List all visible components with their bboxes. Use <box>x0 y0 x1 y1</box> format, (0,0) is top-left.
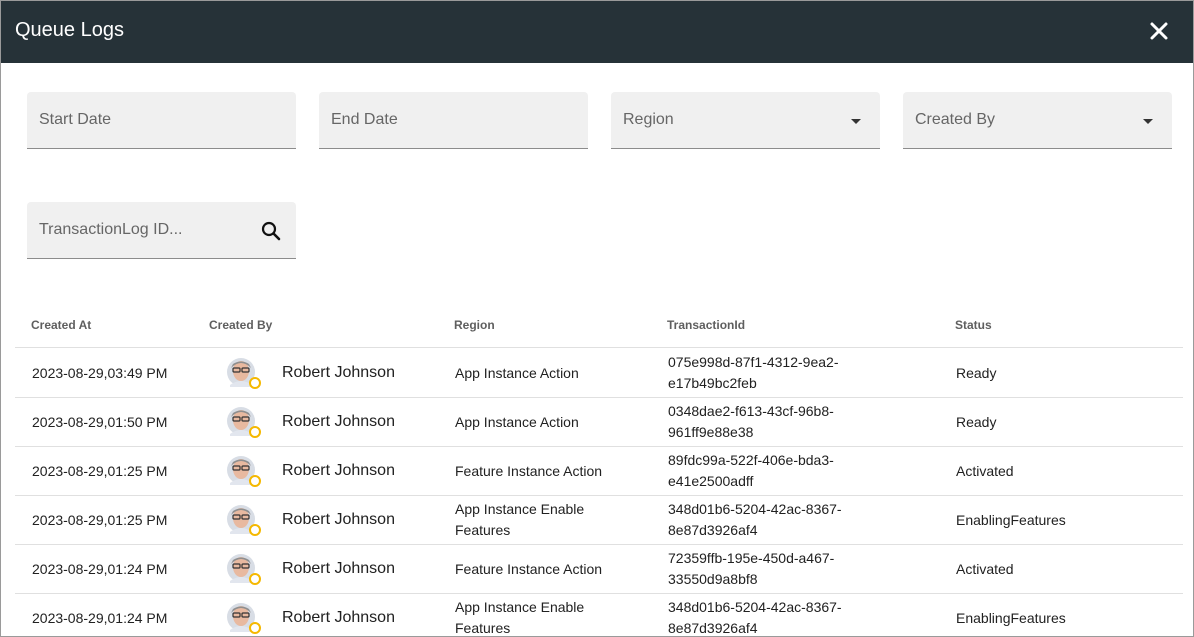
user-avatar <box>227 554 261 585</box>
avatar <box>227 406 261 440</box>
avatar <box>227 553 261 587</box>
end-date-field[interactable]: End Date <box>319 92 588 149</box>
search-button[interactable] <box>260 220 282 242</box>
caret-down-icon <box>851 119 861 124</box>
created-at-cell: 2023-08-29,01:50 PM <box>32 414 168 430</box>
transaction-id-cell: 348d01b6-5204-42ac-8367-8e87d3926af4 <box>668 501 842 538</box>
avatar <box>227 357 261 391</box>
transaction-search-input[interactable]: TransactionLog ID... <box>27 202 296 259</box>
avatar <box>227 602 261 636</box>
region-select[interactable]: Region <box>611 92 880 149</box>
column-transaction-id[interactable]: TransactionId <box>667 318 745 332</box>
table-row[interactable]: 2023-08-29,01:25 PM Robert Johnson Feature… <box>15 447 1183 496</box>
dialog-title: Queue Logs <box>15 19 124 41</box>
column-created-by[interactable]: Created By <box>209 318 272 332</box>
user-avatar <box>227 407 261 438</box>
created-by-cell: Robert Johnson <box>282 462 395 479</box>
table-row[interactable]: 2023-08-29,03:49 PM Robert Johnson App Ins… <box>15 349 1183 398</box>
transaction-id-cell: 89fdc99a-522f-406e-bda3-e41e2500adff <box>668 452 834 489</box>
queue-logs-dialog: Queue Logs Start Date End Date Region Cr… <box>0 0 1194 637</box>
user-avatar <box>227 603 261 634</box>
region-label: Region <box>623 111 674 128</box>
table-row[interactable]: 2023-08-29,01:25 PM Robert Johnson App Ins… <box>15 496 1183 545</box>
status-dot-icon <box>249 524 261 536</box>
table-row[interactable]: 2023-08-29,01:50 PM Robert Johnson App Ins… <box>15 398 1183 447</box>
transaction-id-cell: 72359ffb-195e-450d-a467-33550d9a8bf8 <box>668 550 835 587</box>
dialog-header: Queue Logs <box>1 1 1193 63</box>
region-cell: Feature Instance Action <box>455 561 603 577</box>
created-at-cell: 2023-08-29,01:24 PM <box>32 610 168 626</box>
created-by-cell: Robert Johnson <box>282 511 395 528</box>
column-status[interactable]: Status <box>955 318 992 332</box>
created-by-select[interactable]: Created By <box>903 92 1172 149</box>
created-by-cell: Robert Johnson <box>282 609 395 626</box>
start-date-field[interactable]: Start Date <box>27 92 296 149</box>
created-by-cell: Robert Johnson <box>282 560 395 577</box>
status-cell: Ready <box>956 365 997 381</box>
table-row[interactable]: 2023-08-29,01:24 PM Robert Johnson App Ins… <box>15 594 1183 636</box>
region-cell: Feature Instance Action <box>455 463 603 479</box>
status-cell: EnablingFeatures <box>956 512 1066 528</box>
status-cell: Activated <box>956 561 1014 577</box>
created-at-cell: 2023-08-29,03:49 PM <box>32 365 168 381</box>
table-header: Created At Created By Region Transaction… <box>15 301 1183 348</box>
close-icon <box>1150 22 1168 40</box>
transaction-id-cell: 348d01b6-5204-42ac-8367-8e87d3926af4 <box>668 599 842 636</box>
transaction-id-cell: 0348dae2-f613-43cf-96b8-961ff9e88e38 <box>668 403 834 440</box>
start-date-label: Start Date <box>39 111 112 128</box>
close-button[interactable] <box>1145 17 1173 45</box>
user-avatar <box>227 358 261 389</box>
status-cell: Activated <box>956 463 1014 479</box>
table-row[interactable]: 2023-08-29,01:24 PM Robert Johnson Feature… <box>15 545 1183 594</box>
created-by-cell: Robert Johnson <box>282 413 395 430</box>
status-dot-icon <box>249 377 261 389</box>
status-cell: Ready <box>956 414 997 430</box>
column-region[interactable]: Region <box>454 318 495 332</box>
region-cell: App Instance Action <box>455 365 579 381</box>
status-dot-icon <box>249 475 261 487</box>
end-date-label: End Date <box>331 111 398 128</box>
caret-down-icon <box>1143 119 1153 124</box>
avatar <box>227 504 261 538</box>
created-at-cell: 2023-08-29,01:25 PM <box>32 512 168 528</box>
created-by-cell: Robert Johnson <box>282 364 395 381</box>
created-at-cell: 2023-08-29,01:24 PM <box>32 561 168 577</box>
user-avatar <box>227 505 261 536</box>
region-cell: App Instance Enable Features <box>455 599 585 636</box>
user-avatar <box>227 456 261 487</box>
status-cell: EnablingFeatures <box>956 610 1066 626</box>
transaction-id-cell: 075e998d-87f1-4312-9ea2-e17b49bc2feb <box>668 354 839 391</box>
region-cell: App Instance Action <box>455 414 579 430</box>
status-dot-icon <box>249 426 261 438</box>
status-dot-icon <box>249 573 261 585</box>
avatar <box>227 455 261 489</box>
region-cell: App Instance Enable Features <box>455 501 585 538</box>
status-dot-icon <box>249 622 261 634</box>
created-at-cell: 2023-08-29,01:25 PM <box>32 463 168 479</box>
search-icon <box>261 221 281 241</box>
column-created-at[interactable]: Created At <box>31 318 91 332</box>
transaction-search-placeholder: TransactionLog ID... <box>39 221 183 238</box>
created-by-label: Created By <box>915 111 996 128</box>
